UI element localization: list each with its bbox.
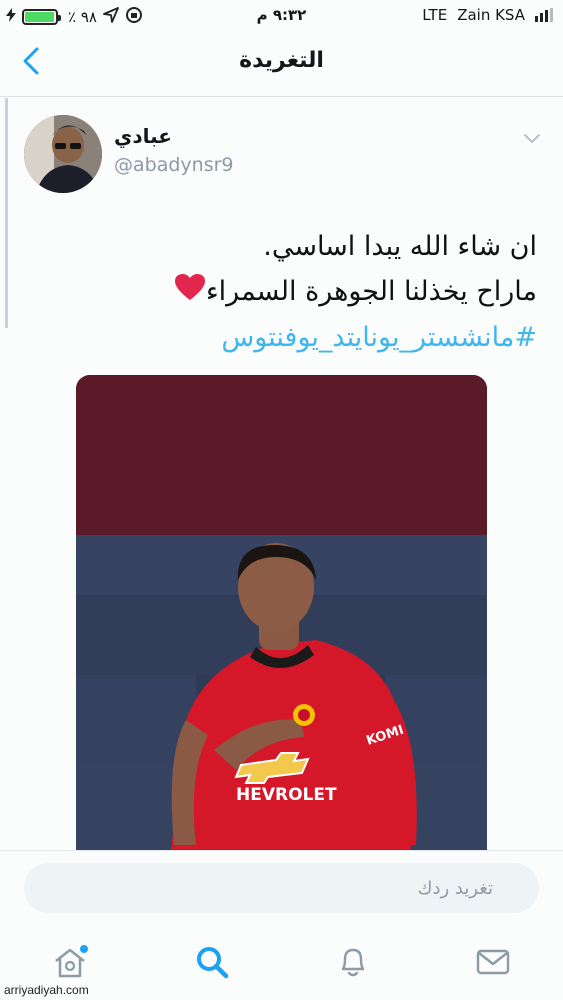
page-title: التغريدة (239, 48, 324, 73)
nav-bar: التغريدة (0, 32, 563, 97)
messages-icon (476, 948, 510, 980)
tweet-line-1: ان شاء الله يبدا اساسي. (263, 231, 537, 262)
hashtag-link[interactable]: #مانشستر_يونايتد_يوفنتوس (37, 315, 537, 360)
reply-area (0, 850, 563, 931)
author-name[interactable]: عبادي (114, 124, 172, 148)
home-icon (52, 945, 88, 983)
carrier-name: Zain KSA (457, 6, 525, 24)
tab-home[interactable] (50, 944, 90, 984)
shirt-sponsor-text: HEVROLET (236, 785, 337, 805)
tab-search[interactable] (192, 944, 232, 984)
avatar-photo (24, 115, 102, 193)
chevron-down-icon (523, 130, 541, 149)
tweet-line-2: ماراح يخذلنا الجوهرة السمراء (37, 269, 537, 315)
tab-messages[interactable] (473, 944, 513, 984)
tab-notifications[interactable] (333, 944, 373, 984)
watermark: arriyadiyah.com (4, 983, 89, 997)
status-right: LTE Zain KSA (422, 6, 553, 24)
status-bar: ٪ ٩٨ ٩:٣٢ م LTE Zain KSA (0, 0, 563, 32)
thread-line (5, 98, 8, 328)
avatar[interactable] (24, 115, 102, 193)
tweet-media[interactable]: HEVROLET KOMI (76, 375, 487, 850)
tweet-line-2-text: ماراح يخذلنا الجوهرة السمراء (205, 276, 537, 307)
network-type: LTE (422, 6, 448, 24)
media-photo: HEVROLET KOMI (76, 375, 487, 850)
tweet-text: ان شاء الله يبدا اساسي. ماراح يخذلنا الج… (37, 224, 537, 360)
tweet-options-button[interactable] (523, 130, 541, 149)
author-handle[interactable]: @abadynsr9 (114, 154, 234, 176)
signal-icon (535, 8, 553, 22)
search-icon (194, 944, 230, 984)
notifications-icon (337, 944, 369, 984)
heart-icon (174, 270, 206, 315)
reply-input[interactable] (24, 863, 539, 913)
